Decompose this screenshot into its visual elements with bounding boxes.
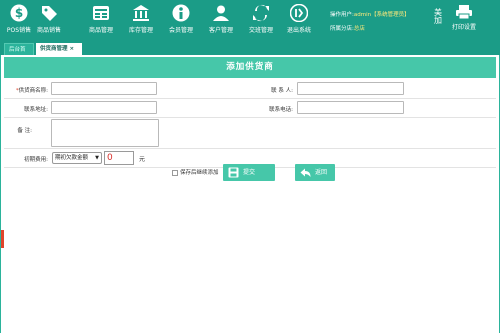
contact-person-input[interactable] [297,82,404,95]
nav-label: 会员管理 [168,27,193,34]
operator-value: admin【系统管理员】 [353,12,410,18]
supplier-name-label-text: 供货商名称: [18,88,48,94]
nav-goods-management[interactable]: 商品管理 [86,4,116,35]
back-arrow-icon [300,168,311,177]
logout-icon [290,4,308,22]
swap-icon [253,4,269,22]
submit-label: 提交 [243,169,256,176]
nav-label: 库存管理 [128,27,153,34]
nav-exit-system[interactable]: 退出系统 [284,4,314,35]
back-label: 返回 [315,169,328,176]
branch-value: 总店 [353,26,365,32]
user-icon [213,5,229,21]
nav-label: 交班管理 [248,27,273,34]
lang-bottom: 加 [434,16,442,25]
side-panel-handle[interactable] [1,230,4,248]
nav-member-management[interactable]: 会员管理 [166,4,196,35]
nav-label: 商品管理 [88,27,113,34]
tab-bar: 后台首页 供货商管理× [0,38,500,65]
operator-label: 操作用户: [330,12,354,18]
printer-icon [456,5,472,20]
tag-icon [42,6,57,21]
remark-textarea[interactable] [51,119,159,147]
opening-type-value: 期初欠款金额 [55,155,89,161]
language-switch[interactable]: 美 加 [434,9,442,25]
form-row-remark: 备 注: [4,118,496,149]
opening-cost-label: 初期费用: [24,157,48,163]
keep-adding-checkbox[interactable] [172,170,178,176]
nav-inventory-management[interactable]: 库存管理 [126,4,156,35]
nav-shift-management[interactable]: 交班管理 [246,4,276,35]
form-actions: 保存后继续添加 提交 返回 [4,163,496,183]
tab-home[interactable]: 后台首页 [4,43,34,65]
submit-button[interactable]: 提交 [223,164,275,181]
form-row-name-contact: *供货商名称: 联 系 人: [4,80,496,99]
save-icon [228,167,239,178]
chevron-down-icon: ▼ [95,155,99,161]
branch-label: 所属分店: [330,26,354,32]
tab-supplier-management[interactable]: 供货商管理 × [36,43,82,55]
form-title: 添加供货商 [4,57,496,78]
nav-label: 商品销售 [36,27,61,34]
info-person-icon [172,4,190,22]
supplier-name-label: *供货商名称: [4,86,48,94]
dollar-icon: $ [10,4,28,22]
back-button[interactable]: 返回 [295,164,335,181]
nav-customer-management[interactable]: 客户管理 [206,4,236,35]
nav-label: 客户管理 [208,27,233,34]
tab-supplier-label: 供货商管理 [40,46,68,52]
top-navigation: $ POS销售 商品销售 商品管理 库存管理 会员管理 客户管理 交班管理 退出… [0,0,500,38]
main-content: 添加供货商 *供货商名称: 联 系 人: 联系地址: 联系电话: 备 注: 初期… [0,55,500,333]
supplier-name-input[interactable] [51,82,157,95]
user-info: 操作用户:admin【系统管理员】 所属分店:总店 [330,8,410,36]
remark-label: 备 注: [17,128,32,134]
form-row-address-phone: 联系地址: 联系电话: [4,99,496,118]
phone-label: 联系电话: [269,107,293,113]
grid-icon [93,6,109,20]
close-icon[interactable]: × [70,46,75,52]
nav-label: 退出系统 [286,27,311,34]
address-label: 联系地址: [24,107,48,113]
phone-input[interactable] [297,101,404,114]
keep-adding-label: 保存后继续添加 [180,170,219,176]
nav-goods-sales[interactable]: 商品销售 [34,4,64,35]
print-settings-button[interactable]: 打印设置 [452,4,476,31]
address-input[interactable] [51,101,157,114]
svg-text:$: $ [15,6,23,20]
contact-person-label: 联 系 人: [271,88,293,94]
currency-unit: 元 [139,156,146,163]
bank-icon [133,5,149,21]
print-settings-label: 打印设置 [451,24,476,31]
